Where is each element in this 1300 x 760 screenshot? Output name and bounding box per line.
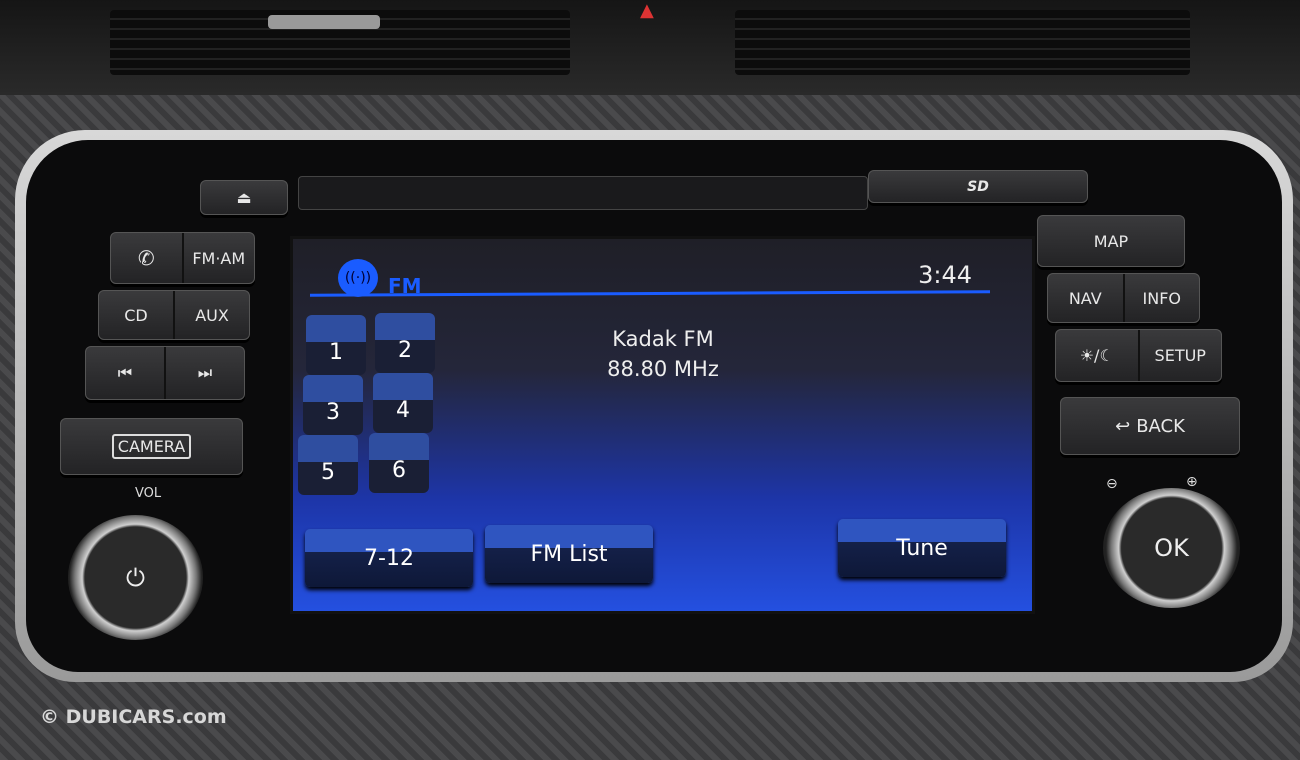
daynight-setup-row: ☀/☾ SETUP (1055, 329, 1222, 382)
ok-label: OK (1154, 534, 1189, 562)
phone-icon: ✆ (137, 246, 155, 270)
preset-label: 2 (398, 338, 412, 363)
zoom-in-icon: ⊕ (1186, 474, 1198, 490)
setup-label: SETUP (1154, 346, 1206, 365)
eject-icon: ⏏ (236, 188, 252, 207)
next-icon: ⏭ (197, 363, 213, 382)
back-label: BACK (1136, 415, 1185, 437)
previous-icon: ⏮ (117, 363, 133, 382)
preset-5[interactable]: 5 (298, 435, 358, 495)
setup-button[interactable]: SETUP (1137, 330, 1222, 381)
next-button[interactable]: ⏭ (164, 347, 244, 399)
aux-button[interactable]: AUX (173, 291, 249, 339)
camera-label: CAMERA (111, 434, 192, 459)
button-label: 7-12 (364, 545, 414, 571)
preset-4[interactable]: 4 (373, 373, 433, 433)
phone-button[interactable]: ✆ (111, 233, 182, 283)
info-button[interactable]: INFO (1122, 274, 1200, 322)
day-night-icon: ☀/☾ (1079, 346, 1114, 365)
map-button[interactable]: MAP (1037, 215, 1185, 267)
nav-button[interactable]: NAV (1048, 274, 1123, 322)
sd-label: SD (967, 178, 989, 195)
cd-aux-row: CD AUX (98, 290, 250, 340)
cd-button[interactable]: CD (99, 291, 173, 339)
vent-tab[interactable] (268, 15, 380, 29)
vol-label: VOL (135, 486, 162, 501)
track-row: ⏮ ⏭ (85, 346, 245, 400)
fm-am-label: FM·AM (192, 248, 246, 268)
ok-knob[interactable]: OK (1103, 488, 1240, 608)
back-button[interactable]: ↩ BACK (1060, 397, 1240, 455)
nav-label: NAV (1068, 288, 1102, 308)
back-icon: ↩ (1115, 415, 1131, 437)
zoom-out-icon: ⊖ (1106, 476, 1118, 492)
previous-button[interactable]: ⏮ (86, 347, 164, 399)
cd-label: CD (124, 305, 148, 325)
sd-card-slot[interactable]: SD (868, 170, 1088, 203)
day-night-button[interactable]: ☀/☾ (1056, 330, 1138, 381)
preset-1[interactable]: 1 (306, 315, 366, 375)
preset-6[interactable]: 6 (369, 433, 429, 493)
info-label: INFO (1142, 288, 1181, 308)
preset-label: 4 (396, 398, 410, 423)
dashboard-vent-area: ▲ (0, 0, 1300, 95)
tune-button[interactable]: Tune (838, 519, 1006, 577)
station-frequency: 88.80 MHz (607, 357, 719, 381)
watermark: © DUBICARS.com (40, 706, 227, 728)
infotainment-screen: ((·)) FM 3:44 1 2 3 4 5 6 Kadak FM 88.80… (290, 236, 1035, 614)
station-name: Kadak FM (612, 327, 714, 351)
button-label: Tune (896, 535, 948, 561)
power-icon: ⏻ (126, 563, 145, 592)
nav-info-row: NAV INFO (1047, 273, 1200, 323)
clock: 3:44 (918, 261, 972, 289)
radio-icon: ((·)) (338, 259, 378, 297)
hazard-icon[interactable]: ▲ (640, 0, 664, 22)
preset-label: 3 (326, 400, 340, 425)
cd-slot (298, 176, 868, 210)
preset-label: 1 (329, 340, 343, 365)
fm-am-button[interactable]: FM·AM (181, 233, 255, 283)
presets-7-12-button[interactable]: 7-12 (305, 529, 473, 587)
preset-label: 6 (392, 458, 406, 483)
preset-3[interactable]: 3 (303, 375, 363, 435)
phone-fmam-row: ✆ FM·AM (110, 232, 255, 284)
air-vent-right (735, 10, 1190, 75)
aux-label: AUX (195, 305, 229, 325)
preset-2[interactable]: 2 (375, 313, 435, 373)
button-label: FM List (530, 541, 608, 567)
map-label: MAP (1093, 231, 1129, 251)
camera-button[interactable]: CAMERA (60, 418, 243, 475)
fm-list-button[interactable]: FM List (485, 525, 653, 583)
eject-button[interactable]: ⏏ (200, 180, 288, 215)
preset-label: 5 (321, 460, 335, 485)
volume-power-knob[interactable]: ⏻ (68, 515, 203, 640)
